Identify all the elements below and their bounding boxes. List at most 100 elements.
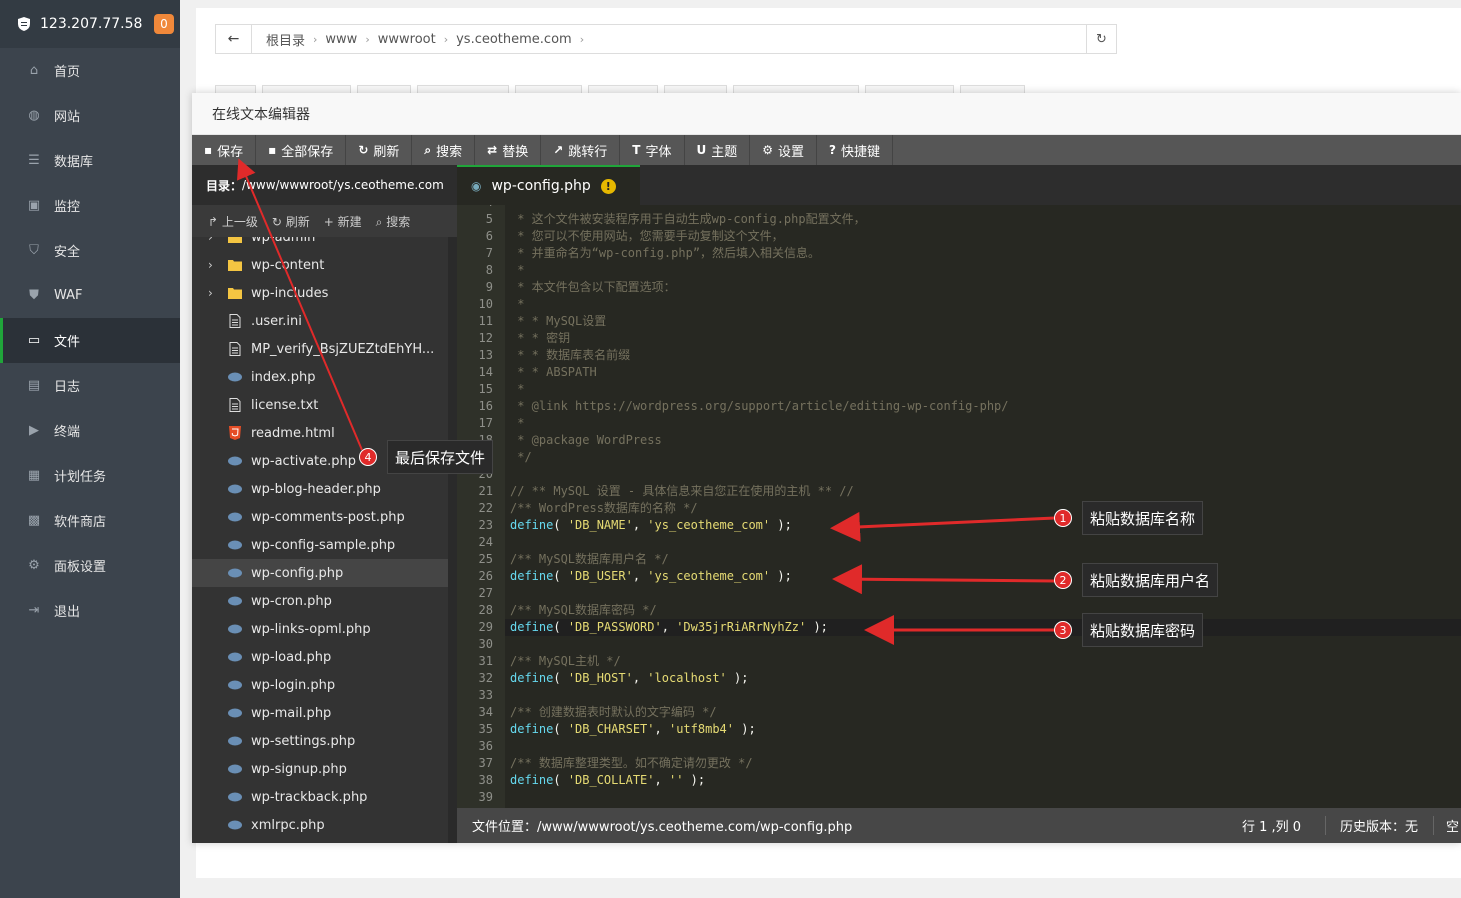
toolbar-button-save-all[interactable]: ▪ 全部保存: [256, 135, 347, 165]
unsaved-warning-icon: !: [600, 178, 616, 194]
code-line[interactable]: * * MySQL设置: [505, 313, 1461, 330]
toolbar-button-label: 跳转行: [568, 144, 608, 160]
sidebar-item-9[interactable]: ▦ 计划任务: [0, 453, 180, 498]
code-line[interactable]: * 您可以不使用网站，您需要手动复制这个文件，: [505, 228, 1461, 245]
breadcrumb-item[interactable]: 根目录: [258, 30, 313, 49]
code-line[interactable]: *: [505, 262, 1461, 279]
file-tool-label: 新建: [337, 214, 362, 229]
file-list-item[interactable]: › wp-content: [192, 251, 448, 279]
code-line[interactable]: define( 'DB_USER', 'ys_ceotheme_com' );: [505, 568, 1461, 585]
code-line[interactable]: * 并重命名为“wp-config.php”，然后填入相关信息。: [505, 245, 1461, 262]
code-editor[interactable]: * * 这个文件被安装程序用于自动生成wp-config.php配置文件， * …: [505, 205, 1461, 808]
code-line[interactable]: /** MySQL数据库密码 */: [505, 602, 1461, 619]
file-list-item[interactable]: › wp-admin: [192, 237, 448, 251]
sidebar-item-5[interactable]: ⛊ WAF: [0, 273, 180, 318]
sidebar-item-3[interactable]: ▣ 监控: [0, 183, 180, 228]
toolbar-button-gear[interactable]: ⚙ 设置: [750, 135, 818, 165]
status-history[interactable]: 历史版本：无: [1325, 816, 1418, 835]
up-level-button[interactable]: ↱ 上一级: [208, 213, 258, 230]
code-line[interactable]: * @link https://wordpress.org/support/ar…: [505, 398, 1461, 415]
code-line[interactable]: define( 'DB_PASSWORD', 'Dw35jrRiARrNyhZz…: [505, 619, 1461, 636]
code-line[interactable]: define( 'DB_COLLATE', '' );: [505, 772, 1461, 789]
notification-badge[interactable]: 0: [154, 14, 174, 34]
chevron-right-icon[interactable]: ›: [208, 237, 213, 244]
code-line[interactable]: /** MySQL主机 */: [505, 653, 1461, 670]
sidebar-item-6[interactable]: ▭ 文件: [0, 318, 180, 363]
sidebar-item-10[interactable]: ▩ 软件商店: [0, 498, 180, 543]
file-list-item[interactable]: › wp-includes: [192, 279, 448, 307]
file-list-item[interactable]: wp-links-opml.php: [192, 615, 448, 643]
code-line[interactable]: define( 'DB_CHARSET', 'utf8mb4' );: [505, 721, 1461, 738]
file-list-item[interactable]: index.php: [192, 363, 448, 391]
code-line[interactable]: * @package WordPress: [505, 432, 1461, 449]
file-list-item[interactable]: wp-blog-header.php: [192, 475, 448, 503]
sidebar-item-7[interactable]: ▤ 日志: [0, 363, 180, 408]
code-line[interactable]: * 本文件包含以下配置选项：: [505, 279, 1461, 296]
code-line[interactable]: * * 数据库表名前缀: [505, 347, 1461, 364]
code-line[interactable]: *: [505, 415, 1461, 432]
code-line[interactable]: * 这个文件被安装程序用于自动生成wp-config.php配置文件，: [505, 211, 1461, 228]
code-line[interactable]: [505, 585, 1461, 602]
new-button[interactable]: + 新建: [324, 213, 362, 230]
code-line[interactable]: * * 密钥: [505, 330, 1461, 347]
breadcrumb-item[interactable]: www: [317, 32, 365, 47]
sidebar-item-0[interactable]: ⌂ 首页: [0, 48, 180, 93]
code-line[interactable]: [505, 789, 1461, 806]
toolbar-button-refresh[interactable]: ↻ 刷新: [346, 135, 413, 165]
code-line[interactable]: /** 创建数据表时默认的文字编码 */: [505, 704, 1461, 721]
file-list-item[interactable]: xmlrpc.php: [192, 811, 448, 839]
file-list-item[interactable]: wp-mail.php: [192, 699, 448, 727]
file-list-item[interactable]: wp-comments-post.php: [192, 503, 448, 531]
code-line[interactable]: /** MySQL数据库用户名 */: [505, 551, 1461, 568]
sidebar-item-8[interactable]: ▶ 终端: [0, 408, 180, 453]
tab-wp-config[interactable]: ◉ wp-config.php !: [457, 165, 640, 205]
toolbar-button-search[interactable]: ⌕ 搜索: [412, 135, 476, 165]
code-line[interactable]: * * ABSPATH: [505, 364, 1461, 381]
toolbar-button-help[interactable]: ? 快捷键: [817, 135, 894, 165]
toolbar-button-theme[interactable]: U 主题: [685, 135, 751, 165]
toolbar-button-replace[interactable]: ⇄ 替换: [475, 135, 542, 165]
sidebar-item-12[interactable]: ⇥ 退出: [0, 588, 180, 633]
toolbar-button-font[interactable]: T 字体: [620, 135, 685, 165]
file-name: readme.html: [251, 425, 335, 441]
file-list-item[interactable]: wp-cron.php: [192, 587, 448, 615]
file-list-item[interactable]: wp-signup.php: [192, 755, 448, 783]
toolbar-button-save[interactable]: ▪ 保存: [192, 135, 257, 165]
file-list-item[interactable]: MP_verify_BsjZUEZtdEhYH...: [192, 335, 448, 363]
code-line[interactable]: [505, 636, 1461, 653]
code-line[interactable]: [505, 466, 1461, 483]
sidebar-item-2[interactable]: ☰ 数据库: [0, 138, 180, 183]
code-line[interactable]: */: [505, 449, 1461, 466]
file-list-item[interactable]: .user.ini: [192, 307, 448, 335]
code-line[interactable]: *: [505, 296, 1461, 313]
code-line[interactable]: *: [505, 381, 1461, 398]
code-line[interactable]: [505, 738, 1461, 755]
toolbar-button-jump[interactable]: ↗ 跳转行: [541, 135, 621, 165]
file-list-item[interactable]: wp-settings.php: [192, 727, 448, 755]
file-list-item[interactable]: wp-config.php: [192, 559, 448, 587]
code-line[interactable]: [505, 687, 1461, 704]
sidebar-item-1[interactable]: ◍ 网站: [0, 93, 180, 138]
file-list-item[interactable]: wp-config-sample.php: [192, 531, 448, 559]
back-arrow-icon[interactable]: ←: [216, 25, 252, 53]
file-list-item[interactable]: wp-load.php: [192, 643, 448, 671]
sidebar-item-4[interactable]: ⛉ 安全: [0, 228, 180, 273]
file-list-scrollbar[interactable]: [448, 237, 457, 843]
code-line[interactable]: // ** MySQL 设置 - 具体信息来自您正在使用的主机 ** //: [505, 483, 1461, 500]
code-line[interactable]: /** 数据库整理类型。如不确定请勿更改 */: [505, 755, 1461, 772]
code-line[interactable]: /** WordPress数据库的名称 */: [505, 500, 1461, 517]
refresh-icon[interactable]: ↻: [1086, 25, 1116, 53]
code-line[interactable]: define( 'DB_NAME', 'ys_ceotheme_com' );: [505, 517, 1461, 534]
file-list-item[interactable]: wp-trackback.php: [192, 783, 448, 811]
file-list-item[interactable]: wp-login.php: [192, 671, 448, 699]
chevron-right-icon[interactable]: ›: [208, 286, 213, 300]
chevron-right-icon[interactable]: ›: [208, 258, 213, 272]
sidebar-item-11[interactable]: ⚙ 面板设置: [0, 543, 180, 588]
code-line[interactable]: define( 'DB_HOST', 'localhost' );: [505, 670, 1461, 687]
code-line[interactable]: [505, 534, 1461, 551]
file-list-item[interactable]: license.txt: [192, 391, 448, 419]
refresh-button[interactable]: ↻ 刷新: [272, 213, 310, 230]
breadcrumb-item[interactable]: wwwroot: [370, 32, 444, 47]
search-button[interactable]: ⌕ 搜索: [376, 213, 411, 230]
breadcrumb-item[interactable]: ys.ceotheme.com: [448, 32, 580, 47]
